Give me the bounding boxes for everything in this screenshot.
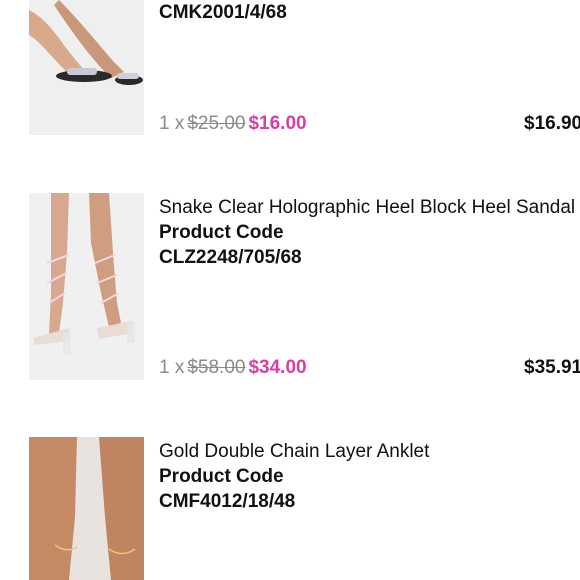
sale-price: $16.00 (248, 113, 307, 134)
product-name[interactable]: Snake Clear Holographic Heel Block Heel … (159, 195, 580, 220)
cart-item: Snake Clear Holographic Heel Block Heel … (0, 193, 580, 383)
sale-price: $34.00 (248, 357, 307, 378)
cart-items-list: CMK2001/4/68 1 x $25.00 $16.00 $16.90 Snak… (0, 0, 580, 580)
line-total: $35.91 (524, 357, 580, 378)
product-name[interactable]: Gold Double Chain Layer Anklet (159, 439, 580, 464)
product-code-label: Product Code (159, 222, 284, 243)
quantity: 1 x (159, 113, 185, 134)
product-code-label: Product Code (159, 466, 284, 487)
product-code: CLZ2248/705/68 (159, 247, 302, 268)
cart-item: CMK2001/4/68 1 x $25.00 $16.00 $16.90 (0, 0, 580, 140)
quantity: 1 x (159, 357, 185, 378)
product-image-heel-sandal[interactable] (29, 193, 144, 380)
product-image-slide-sandal[interactable] (29, 0, 144, 135)
price-row: 1 x $25.00 $16.00 (159, 112, 307, 136)
product-image-anklet[interactable] (29, 437, 144, 580)
price-row: 1 x $58.00 $34.00 (159, 356, 307, 380)
original-price: $58.00 (187, 357, 246, 378)
product-code: CMF4012/18/48 (159, 491, 296, 512)
product-code: CMK2001/4/68 (159, 2, 287, 23)
cart-item: Gold Double Chain Layer Anklet Product C… (0, 437, 580, 580)
line-total: $16.90 (524, 113, 580, 134)
original-price: $25.00 (187, 113, 246, 134)
